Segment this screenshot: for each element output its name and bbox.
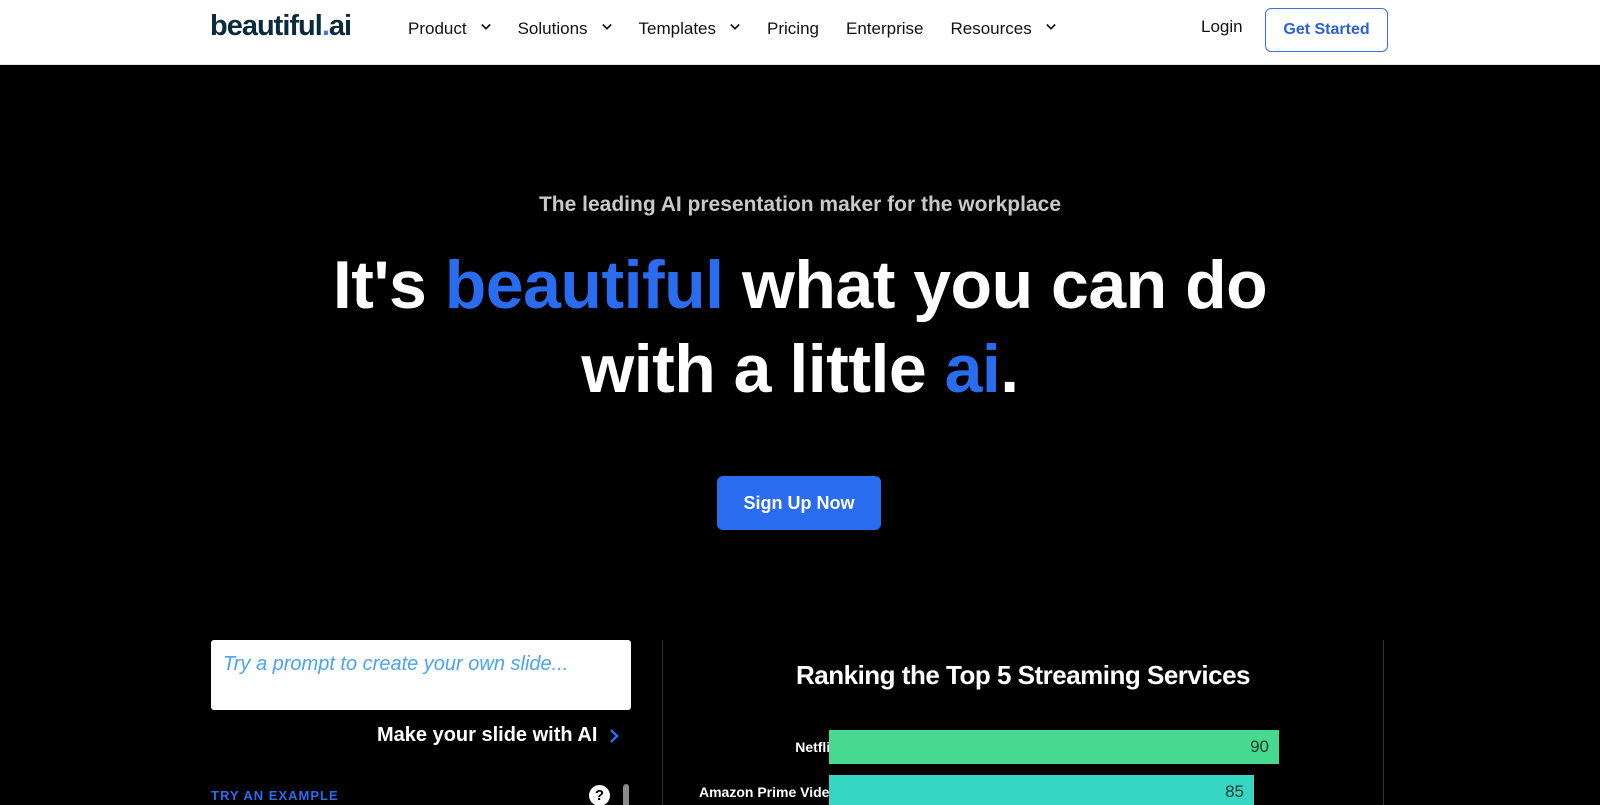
logo[interactable]: beautiful.ai [210, 10, 352, 43]
nav-item-label: Enterprise [845, 18, 924, 38]
bar-label: Amazon Prime Video [698, 784, 838, 800]
logo-text: beautiful [210, 10, 323, 42]
try-example-label: TRY AN EXAMPLE [211, 788, 339, 803]
make-slide-button[interactable]: Make your slide with AI [377, 724, 621, 747]
chart-row: Netflix 90 [663, 730, 1383, 764]
headline-period: . [1000, 331, 1019, 407]
chevron-down-icon [730, 23, 740, 30]
help-icon[interactable]: ? [589, 785, 610, 805]
nav-item-resources[interactable]: Resources [950, 18, 1056, 39]
nav-item-label: Resources [950, 18, 1032, 38]
nav-item-label: Product [408, 18, 467, 38]
sign-up-button[interactable]: Sign Up Now [717, 476, 881, 530]
headline-text-3: with a little [581, 331, 945, 407]
nav-item-templates[interactable]: Templates [639, 19, 740, 39]
main-menu: Product Solutions Templates Pricing Enterpri… [408, 0, 1083, 57]
bar-value-label: 85 [1225, 782, 1244, 801]
headline-text-1: It's [332, 247, 445, 323]
chart-title: Ranking the Top 5 Streaming Services [796, 660, 1251, 690]
nav-item-label: Solutions [517, 18, 588, 38]
chevron-right-icon [610, 728, 620, 743]
nav-item-label: Pricing [767, 18, 819, 38]
bar: 85 [829, 775, 1254, 805]
scrollbar-thumb[interactable] [623, 784, 629, 805]
headline-highlight-1: beautiful [444, 247, 724, 323]
chevron-down-icon [601, 23, 612, 30]
bar-value-label: 90 [1250, 737, 1269, 756]
hero-tagline: The leading AI presentation maker for th… [538, 193, 1062, 216]
logo-dot: . [321, 10, 330, 42]
chevron-down-icon [480, 23, 491, 30]
nav-item-label: Templates [638, 18, 717, 38]
divider [1383, 640, 1384, 805]
top-nav: beautiful.ai Product Solutions Templates Pr… [0, 0, 1600, 65]
bar: 90 [829, 730, 1279, 764]
logo-suffix: ai [328, 10, 352, 42]
prompt-input[interactable] [211, 640, 631, 689]
nav-item-product[interactable]: Product [408, 19, 491, 39]
login-link[interactable]: Login [1201, 17, 1243, 37]
get-started-button[interactable]: Get Started [1265, 8, 1388, 52]
headline-highlight-2: ai [944, 331, 1001, 407]
bar-chart: Netflix 90 Amazon Prime Video 85 [663, 730, 1383, 805]
nav-item-enterprise[interactable]: Enterprise [846, 19, 923, 39]
chevron-down-icon [1045, 23, 1056, 30]
chart-row: Amazon Prime Video 85 [663, 775, 1383, 805]
make-slide-label: Make your slide with AI [377, 724, 598, 746]
hero-headline: It's beautiful what you can do with a li… [0, 243, 1600, 411]
headline-text-2: what you can do [723, 247, 1268, 323]
prompt-box [211, 640, 631, 710]
nav-item-pricing[interactable]: Pricing [767, 19, 819, 39]
nav-item-solutions[interactable]: Solutions [518, 19, 612, 39]
